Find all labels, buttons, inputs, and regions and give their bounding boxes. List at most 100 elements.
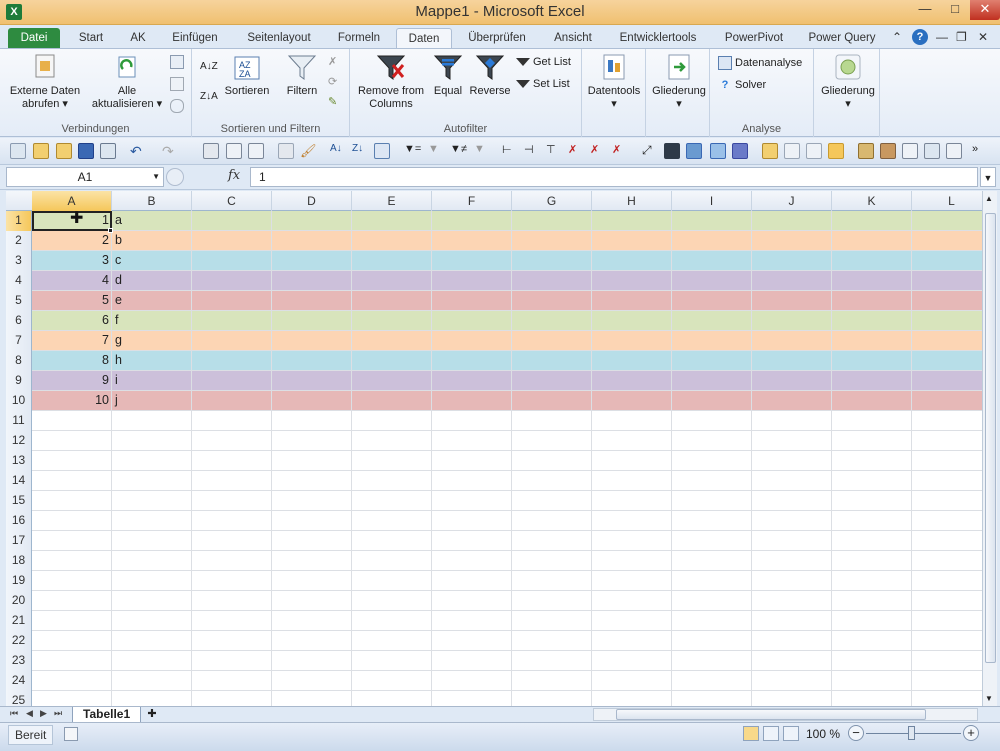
- cell-c8[interactable]: [192, 351, 272, 371]
- filter-not-equal-icon[interactable]: ▼≠: [450, 143, 467, 159]
- filter-equal-icon[interactable]: ▼=: [404, 143, 421, 159]
- cell-i3[interactable]: [672, 251, 752, 271]
- cell-d5[interactable]: [272, 291, 352, 311]
- redo-icon[interactable]: ↷: [162, 143, 178, 159]
- cell-k10[interactable]: [832, 391, 912, 411]
- cell-c3[interactable]: [192, 251, 272, 271]
- cell-j17[interactable]: [752, 531, 832, 551]
- cell-k23[interactable]: [832, 651, 912, 671]
- cell-l12[interactable]: [912, 431, 982, 451]
- cell-b24[interactable]: [112, 671, 192, 691]
- cell-f13[interactable]: [432, 451, 512, 471]
- row-header[interactable]: 12: [6, 431, 32, 451]
- cell-i9[interactable]: [672, 371, 752, 391]
- cell-k24[interactable]: [832, 671, 912, 691]
- tab-powerpivot[interactable]: PowerPivot: [716, 28, 792, 49]
- cell-j21[interactable]: [752, 611, 832, 631]
- cell-b6[interactable]: f: [112, 311, 192, 331]
- cell-k21[interactable]: [832, 611, 912, 631]
- formula-bar-resize-handle[interactable]: [166, 168, 184, 186]
- cell-i6[interactable]: [672, 311, 752, 331]
- cell-e23[interactable]: [352, 651, 432, 671]
- cell-d2[interactable]: [272, 231, 352, 251]
- zoom-level[interactable]: 100 %: [806, 727, 840, 741]
- cell-j8[interactable]: [752, 351, 832, 371]
- cell-k18[interactable]: [832, 551, 912, 571]
- cell-h24[interactable]: [592, 671, 672, 691]
- copy-format-icon[interactable]: [278, 143, 294, 159]
- row-header[interactable]: 19: [6, 571, 32, 591]
- cell-i5[interactable]: [672, 291, 752, 311]
- cell-i13[interactable]: [672, 451, 752, 471]
- chart-icon[interactable]: [924, 143, 940, 159]
- columns-remove-icon[interactable]: ✗: [568, 143, 584, 159]
- cell-d17[interactable]: [272, 531, 352, 551]
- minimize-button[interactable]: —: [910, 0, 940, 20]
- filter-clear-icon[interactable]: ▼: [428, 143, 444, 159]
- cell-a8[interactable]: 8: [32, 351, 112, 371]
- cell-k11[interactable]: [832, 411, 912, 431]
- cell-i22[interactable]: [672, 631, 752, 651]
- cell-c10[interactable]: [192, 391, 272, 411]
- cell-e13[interactable]: [352, 451, 432, 471]
- row-header[interactable]: 7: [6, 331, 32, 351]
- row-header[interactable]: 3: [6, 251, 32, 271]
- cell-e11[interactable]: [352, 411, 432, 431]
- cell-d4[interactable]: [272, 271, 352, 291]
- cell-h23[interactable]: [592, 651, 672, 671]
- cell-a3[interactable]: 3: [32, 251, 112, 271]
- cell-c22[interactable]: [192, 631, 272, 651]
- cell-e19[interactable]: [352, 571, 432, 591]
- cell-g9[interactable]: [512, 371, 592, 391]
- calendar-view-icon[interactable]: [710, 143, 726, 159]
- cell-h1[interactable]: [592, 211, 672, 231]
- column-header-j[interactable]: J: [752, 191, 832, 211]
- cell-h21[interactable]: [592, 611, 672, 631]
- cell-e14[interactable]: [352, 471, 432, 491]
- cell-g18[interactable]: [512, 551, 592, 571]
- cell-f6[interactable]: [432, 311, 512, 331]
- cell-h20[interactable]: [592, 591, 672, 611]
- row-header[interactable]: 8: [6, 351, 32, 371]
- toolbar-overflow-icon[interactable]: »: [972, 143, 988, 159]
- cell-b25[interactable]: [112, 691, 192, 706]
- cell-b5[interactable]: e: [112, 291, 192, 311]
- reverse-button[interactable]: Reverse: [468, 51, 512, 98]
- cell-g13[interactable]: [512, 451, 592, 471]
- cell-f21[interactable]: [432, 611, 512, 631]
- datenanalyse-button[interactable]: Datenanalyse: [718, 56, 802, 70]
- cell-b1[interactable]: a: [112, 211, 192, 231]
- edit-links-icon[interactable]: [170, 99, 184, 113]
- columns-group-icon[interactable]: ⊢: [502, 143, 518, 159]
- gliederung-2-button[interactable]: Gliederung ▾: [816, 51, 880, 111]
- columns-clear-icon[interactable]: ✗: [612, 143, 628, 159]
- cell-h12[interactable]: [592, 431, 672, 451]
- cell-l20[interactable]: [912, 591, 982, 611]
- cell-h10[interactable]: [592, 391, 672, 411]
- sort-descending-icon[interactable]: Z↓: [352, 143, 368, 159]
- gliederung-button[interactable]: Gliederung ▾: [648, 51, 710, 111]
- cell-l11[interactable]: [912, 411, 982, 431]
- cell-i16[interactable]: [672, 511, 752, 531]
- advanced-filter-icon[interactable]: ✎: [328, 95, 337, 108]
- column-header-i[interactable]: I: [672, 191, 752, 211]
- cell-d6[interactable]: [272, 311, 352, 331]
- form-icon[interactable]: [902, 143, 918, 159]
- cell-h14[interactable]: [592, 471, 672, 491]
- tab-power-query[interactable]: Power Query: [802, 28, 882, 49]
- cell-c4[interactable]: [192, 271, 272, 291]
- expand-formula-bar-icon[interactable]: ▼: [980, 167, 996, 187]
- sortieren-button[interactable]: AZ ZA Sortieren: [222, 51, 272, 98]
- alle-aktualisieren-button[interactable]: Alle aktualisieren ▾: [88, 51, 166, 111]
- cell-k2[interactable]: [832, 231, 912, 251]
- cell-e2[interactable]: [352, 231, 432, 251]
- row-header[interactable]: 15: [6, 491, 32, 511]
- cell-b14[interactable]: [112, 471, 192, 491]
- cell-i11[interactable]: [672, 411, 752, 431]
- cell-l14[interactable]: [912, 471, 982, 491]
- cell-j10[interactable]: [752, 391, 832, 411]
- cell-h9[interactable]: [592, 371, 672, 391]
- cell-l8[interactable]: [912, 351, 982, 371]
- cell-f3[interactable]: [432, 251, 512, 271]
- cell-d22[interactable]: [272, 631, 352, 651]
